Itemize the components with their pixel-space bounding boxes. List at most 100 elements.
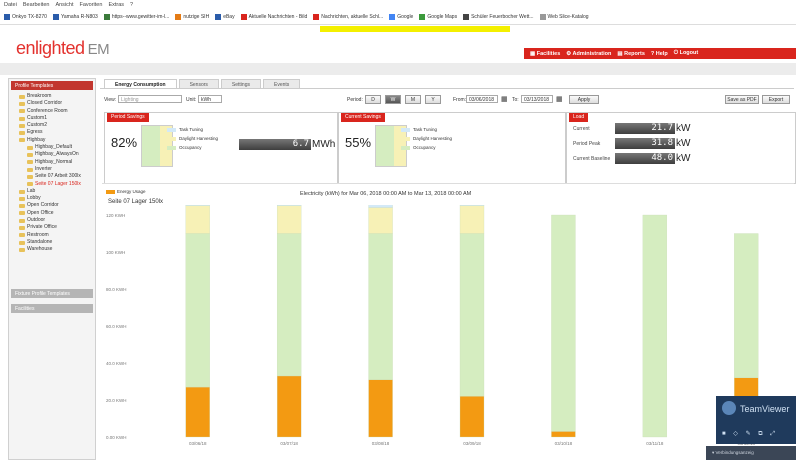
browser-menu-item[interactable]: ? [130,2,133,8]
sidebar-header-facilities[interactable]: Facilities [11,304,93,313]
browser-menu-item[interactable]: Datei [4,2,17,8]
folder-icon [19,189,25,194]
bookmark-item[interactable]: nutzige SIH [175,14,209,20]
bar-segment-occupancy[interactable] [185,233,210,388]
tree-item[interactable]: Custom1 [19,115,95,122]
bar-segment-occupancy[interactable] [276,233,302,377]
save-pdf-button[interactable]: Save as PDF [725,95,759,104]
bookmark-item[interactable]: Google [389,14,413,20]
tree-item-label: Lab [27,187,36,194]
tree-item-label: Highbay_AlwaysOn [35,151,79,158]
bookmark-item[interactable]: Yamaha R-N803 [52,14,98,20]
bookmark-item[interactable]: eBay [215,14,235,20]
bar-segment-occupancy[interactable] [642,214,668,438]
period-button-m[interactable]: M [405,95,421,104]
tree-item[interactable]: Seite 07 Arbeit 300lx [19,173,95,180]
legend-label: Occupancy [179,145,202,150]
nav-facilities[interactable]: ▦ Facilities [530,51,560,57]
bar-segment-task-tuning[interactable] [459,205,485,206]
period-button-y[interactable]: Y [425,95,441,104]
browser-menu-item[interactable]: Ansicht [55,2,73,8]
unit-select[interactable]: kWh [198,95,222,103]
export-button[interactable]: Export [762,95,790,104]
bookmark-item[interactable]: Schüler Feuerbocher Wett... [463,14,534,20]
bar-segment-daylight-harvesting[interactable] [276,205,302,234]
teamviewer-connection-bar[interactable]: ▾ Verbindungsanzeig [706,446,796,460]
tree-item[interactable]: Warehouse [19,246,95,253]
bar-segment-energy-usage[interactable] [551,431,576,438]
tree-item-label: Inverter [35,165,52,172]
bar-segment-occupancy[interactable] [459,233,485,397]
from-date-input[interactable]: 03/06/2018 [466,95,498,103]
browser-menu-item[interactable]: Extras [108,2,124,8]
bar-segment-task-tuning[interactable] [185,205,210,206]
bar-segment-occupancy[interactable] [734,233,759,378]
view-select[interactable]: Lighting [118,95,182,103]
nav-label: Administration [572,50,612,57]
bookmark-item[interactable]: Nachrichten, aktuelle Schl... [313,14,383,20]
tree-item[interactable]: Lab [19,188,95,195]
tree-item[interactable]: Restroom [19,232,95,239]
tree-item[interactable]: Custom2 [19,122,95,129]
folder-icon [19,204,25,209]
from-calendar-icon[interactable]: ▦ [501,95,508,103]
apply-button[interactable]: Apply [569,95,599,104]
sidebar-header-fixture-profiles[interactable]: Fixture Profile Templates [11,289,93,298]
tree-item[interactable]: Open Office [19,210,95,217]
bookmark-item[interactable]: Aktuelle Nachrichten - Bild [240,14,307,20]
bookmark-item[interactable]: https--www.gewitter-im-l... [103,14,169,20]
period-button-w[interactable]: W [385,95,401,104]
tree-item[interactable]: Highbay_AlwaysOn [19,151,95,158]
folder-icon [27,160,33,165]
tree-item[interactable]: Seite 07 Lager 150lx [19,181,95,188]
sidebar-header-profile-templates[interactable]: Profile Templates [11,81,93,90]
legend-label: Task Tuning [413,127,438,132]
bookmark-favicon-icon [215,14,222,20]
app-logo: enlighted EM [16,38,110,59]
to-calendar-icon[interactable]: ▦ [556,95,563,103]
y-tick-label: 120 KWH [106,213,125,218]
bar-segment-task-tuning[interactable] [276,205,302,206]
bar-segment-energy-usage[interactable] [185,386,210,438]
teamviewer-toolbar-icons[interactable]: ■ ◇ ✎ ⧉ ⤢ [722,430,778,438]
bar-segment-task-tuning[interactable] [368,205,393,208]
browser-menu-item[interactable]: Favoriten [80,2,103,8]
tree-item[interactable]: Highbay_Default [19,144,95,151]
tree-item[interactable]: Outdoor [19,217,95,224]
tree-item[interactable]: Closed Corridor [19,100,95,107]
bar-segment-occupancy[interactable] [368,233,393,380]
bar-segment-occupancy[interactable] [551,214,576,432]
tree-item[interactable]: Highbay_Normal [19,159,95,166]
bookmark-item[interactable]: Google Maps [419,14,457,20]
to-date-input[interactable]: 03/13/2018 [521,95,553,103]
legend-item: Occupancy [401,145,436,150]
browser-menu-item[interactable]: Bearbeiten [23,2,50,8]
logo-suffix: EM [87,41,110,58]
tree-item[interactable]: Breakroom [19,93,95,100]
bar-segment-energy-usage[interactable] [276,375,302,438]
bookmark-favicon-icon [240,14,247,20]
tree-item[interactable]: Lobby [19,195,95,202]
nav-help[interactable]: ? Help [651,51,668,57]
y-tick-label: 0.00 KWH [106,435,127,440]
bar-segment-energy-usage[interactable] [368,379,393,438]
bar-segment-daylight-harvesting[interactable] [185,205,210,234]
bar-segment-daylight-harvesting[interactable] [368,207,393,234]
bar-segment-daylight-harvesting[interactable] [459,205,485,234]
nav-administration[interactable]: ⚙ Administration [566,51,611,57]
period-button-d[interactable]: D [365,95,381,104]
tree-item[interactable]: Highbay [19,137,95,144]
bookmark-item[interactable]: Onkyo TX-8270 [4,14,47,20]
tree-item[interactable]: Egress [19,129,95,136]
tree-item[interactable]: Conference Room [19,108,95,115]
nav-logout[interactable]: ⏻ Logout [674,50,699,57]
tree-item[interactable]: Private Office [19,224,95,231]
tree-item-label: Standalone [27,238,53,245]
bar-segment-energy-usage[interactable] [459,396,485,438]
tree-item[interactable]: Open Corridor [19,202,95,209]
teamviewer-panel[interactable]: TeamViewer ■ ◇ ✎ ⧉ ⤢ [716,396,796,444]
nav-reports[interactable]: ▤ Reports [617,51,645,57]
tree-item[interactable]: Inverter [19,166,95,173]
tree-item[interactable]: Standalone [19,239,95,246]
bookmark-item[interactable]: Web Slice-Katalog [539,14,589,20]
